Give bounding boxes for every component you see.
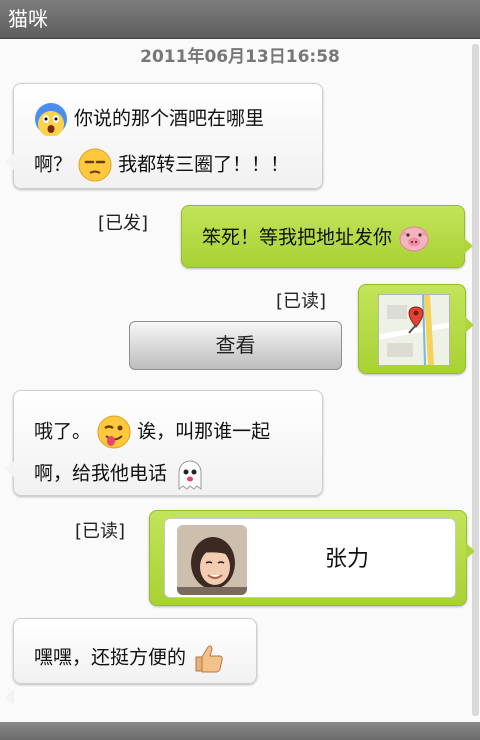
winking-tongue-face-icon <box>97 415 131 449</box>
pig-face-icon <box>398 223 430 253</box>
message-text: 诶，叫那谁一起 <box>137 420 271 443</box>
ghost-icon <box>173 457 207 491</box>
message-line: 笨死！等我把地址发你 <box>202 223 430 253</box>
message-line: 嘿嘿，还挺方便的 <box>34 641 226 675</box>
incoming-message-6[interactable]: 嘿嘿，还挺方便的 <box>5 618 257 705</box>
incoming-message-4[interactable]: 哦了。 诶，叫那谁一起 啊，给我他电话 <box>5 390 323 496</box>
map-thumbnail[interactable] <box>378 294 450 366</box>
thumbs-up-icon <box>192 641 226 675</box>
message-timestamp: 2011年06月13日16:58 <box>140 47 340 67</box>
contact-name: 张力 <box>325 547 370 572</box>
message-text: 笨死！等我把地址发你 <box>202 226 393 249</box>
outgoing-message-2[interactable]: 笨死！等我把地址发你 <box>181 205 473 268</box>
message-line: 啊，给我他电话 <box>34 457 207 491</box>
message-text: 啊？ <box>34 153 73 176</box>
read-status: [已读] <box>75 521 126 542</box>
title-bar: 猫咪 <box>0 0 480 39</box>
message-text: 哦了。 <box>34 420 92 443</box>
read-status: [已读] <box>276 291 327 312</box>
contact-photo <box>177 525 247 595</box>
scream-face-icon <box>34 102 68 137</box>
map-pin-icon <box>379 295 449 365</box>
message-line: 哦了。 诶，叫那谁一起 <box>34 415 270 449</box>
incoming-message-1[interactable]: 你说的那个酒吧在哪里 啊？ 我都转三圈了！！！ <box>5 83 323 189</box>
message-text: 啊，给我他电话 <box>34 462 168 485</box>
sent-status: [已发] <box>98 213 149 234</box>
conversation-title: 猫咪 <box>8 7 48 31</box>
message-text: 我都转三圈了！！！ <box>118 153 290 176</box>
view-location-button[interactable]: 查看 <box>129 321 342 370</box>
message-text: 你说的那个酒吧在哪里 <box>74 107 265 130</box>
message-line: 啊？ 我都转三圈了！！！ <box>34 148 289 182</box>
scrollbar[interactable] <box>472 44 479 716</box>
input-bar <box>0 722 480 740</box>
message-line: 你说的那个酒吧在哪里 <box>34 102 265 137</box>
contact-card[interactable]: 张力 <box>164 518 456 598</box>
message-text: 嘿嘿，还挺方便的 <box>34 646 187 669</box>
unamused-face-icon <box>78 148 112 182</box>
